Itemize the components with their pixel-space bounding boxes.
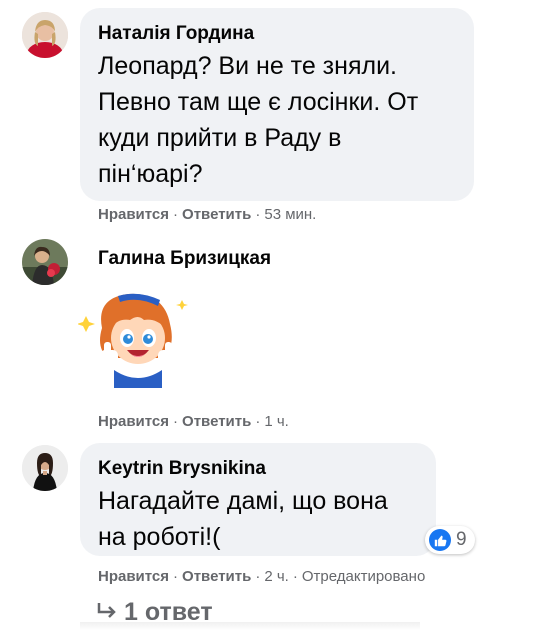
avatar[interactable] [22, 12, 68, 58]
timestamp[interactable]: 1 ч. [264, 413, 289, 430]
reaction-badge[interactable]: 9 [425, 526, 475, 554]
comment-bubble: Keytrin Brysnikina Нагадайте дамі, що во… [80, 443, 436, 556]
like-link[interactable]: Нравится [98, 413, 169, 430]
avatar[interactable] [22, 239, 68, 285]
comment-text: Леопард? Ви не те зняли. Певно там ще є … [98, 52, 419, 188]
avatar[interactable] [22, 445, 68, 491]
like-link[interactable]: Нравится [98, 206, 169, 223]
comment-author[interactable]: Keytrin Brysnikina [98, 457, 418, 481]
comment-bubble: Наталія Гордина Леопард? Ви не те зняли.… [80, 8, 474, 201]
edited-label[interactable]: Отредактировано [302, 568, 425, 585]
comment-author[interactable]: Галина Бризицкая [98, 248, 271, 270]
timestamp[interactable]: 2 ч. [264, 568, 289, 585]
like-link[interactable]: Нравится [98, 568, 169, 585]
comment-actions: Нравится · Ответить · 1 ч. [98, 413, 289, 430]
reply-link[interactable]: Ответить [182, 413, 251, 430]
reaction-count: 9 [456, 529, 467, 550]
timestamp[interactable]: 53 мин. [264, 206, 316, 223]
comment-actions: Нравится · Ответить · 2 ч. · Отредактировано [98, 568, 426, 585]
comment-actions: Нравится · Ответить · 53 мин. [98, 206, 317, 223]
comment-text: Нагадайте дамі, що вона на роботі!( [98, 487, 388, 551]
cut-off-next-comment [80, 622, 420, 630]
reply-link[interactable]: Ответить [182, 568, 251, 585]
thumbs-up-girl-sticker[interactable] [77, 288, 198, 388]
comment-author[interactable]: Наталія Гордина [98, 22, 456, 46]
reply-link[interactable]: Ответить [182, 206, 251, 223]
like-icon [429, 529, 451, 551]
